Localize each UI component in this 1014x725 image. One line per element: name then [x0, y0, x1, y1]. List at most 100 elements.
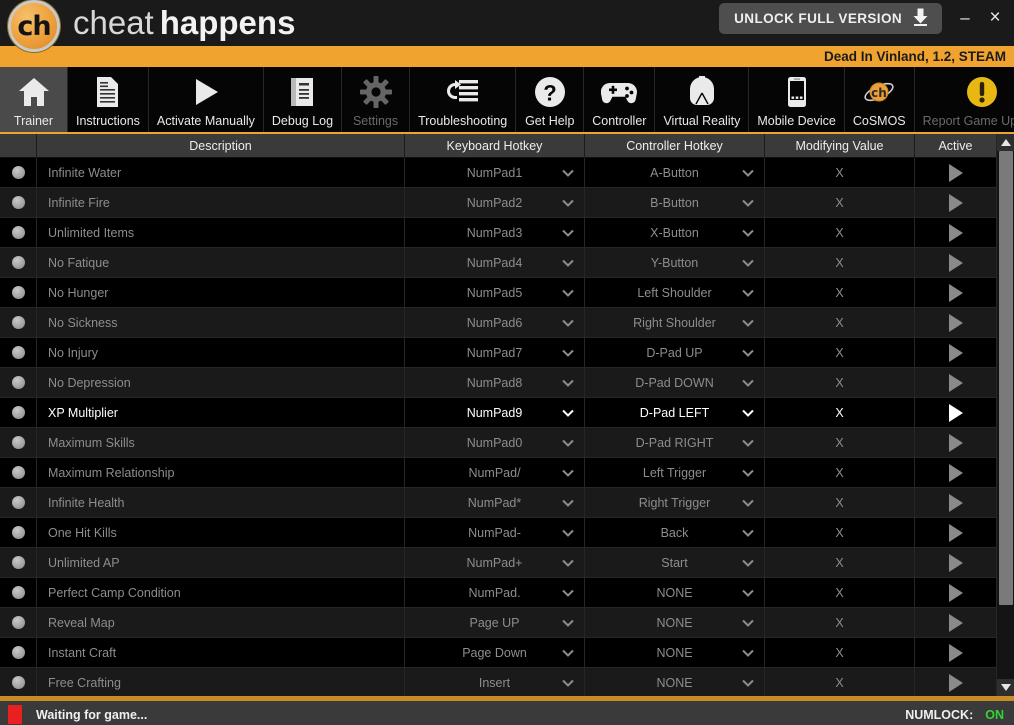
cheat-toggle-button[interactable]	[0, 218, 37, 247]
modifying-value[interactable]: X	[765, 188, 915, 217]
toolbar-item-controller[interactable]: Controller	[584, 67, 656, 132]
controller-hotkey-select[interactable]: A-Button	[585, 158, 765, 187]
modifying-value[interactable]: X	[765, 308, 915, 337]
keyboard-hotkey-select[interactable]: NumPad-	[405, 518, 585, 547]
minimize-button[interactable]: –	[952, 6, 978, 30]
cheat-toggle-button[interactable]	[0, 158, 37, 187]
scroll-down-button[interactable]	[996, 679, 1014, 696]
table-row[interactable]: Maximum Relationship NumPad/Left Trigger X	[0, 458, 1014, 488]
controller-hotkey-select[interactable]: NONE	[585, 578, 765, 607]
cheat-toggle-button[interactable]	[0, 638, 37, 667]
controller-hotkey-select[interactable]: Left Shoulder	[585, 278, 765, 307]
controller-hotkey-select[interactable]: D-Pad LEFT	[585, 398, 765, 427]
scrollbar-track[interactable]	[996, 151, 1014, 679]
modifying-value[interactable]: X	[765, 578, 915, 607]
modifying-value[interactable]: X	[765, 548, 915, 577]
modifying-value[interactable]: X	[765, 218, 915, 247]
table-row[interactable]: No Injury NumPad7 D-Pad UP X	[0, 338, 1014, 368]
activate-button[interactable]	[915, 338, 997, 367]
table-row[interactable]: Unlimited Items NumPad3 X-Button X	[0, 218, 1014, 248]
activate-button[interactable]	[915, 638, 997, 667]
cheat-toggle-button[interactable]	[0, 248, 37, 277]
toolbar-item-activate-manually[interactable]: Activate Manually	[149, 67, 264, 132]
controller-hotkey-select[interactable]: Right Trigger	[585, 488, 765, 517]
controller-hotkey-select[interactable]: D-Pad DOWN	[585, 368, 765, 397]
cheat-toggle-button[interactable]	[0, 278, 37, 307]
scroll-up-button[interactable]	[996, 134, 1014, 151]
keyboard-hotkey-select[interactable]: NumPad7	[405, 338, 585, 367]
table-row[interactable]: Infinite Fire NumPad2 B-Button X	[0, 188, 1014, 218]
keyboard-hotkey-select[interactable]: NumPad4	[405, 248, 585, 277]
modifying-value[interactable]: X	[765, 458, 915, 487]
modifying-value[interactable]: X	[765, 518, 915, 547]
keyboard-hotkey-select[interactable]: Page UP	[405, 608, 585, 637]
toolbar-item-debug-log[interactable]: Debug Log	[264, 67, 343, 132]
cheat-toggle-button[interactable]	[0, 518, 37, 547]
controller-hotkey-select[interactable]: X-Button	[585, 218, 765, 247]
activate-button[interactable]	[915, 188, 997, 217]
keyboard-hotkey-select[interactable]: NumPad.	[405, 578, 585, 607]
modifying-value[interactable]: X	[765, 398, 915, 427]
activate-button[interactable]	[915, 548, 997, 577]
controller-hotkey-select[interactable]: Left Trigger	[585, 458, 765, 487]
keyboard-hotkey-select[interactable]: NumPad6	[405, 308, 585, 337]
modifying-value[interactable]: X	[765, 368, 915, 397]
close-button[interactable]: ×	[982, 6, 1008, 30]
cheat-toggle-button[interactable]	[0, 188, 37, 217]
activate-button[interactable]	[915, 398, 997, 427]
vertical-scrollbar[interactable]	[996, 134, 1014, 696]
keyboard-hotkey-select[interactable]: NumPad/	[405, 458, 585, 487]
table-row[interactable]: XP Multiplier NumPad9 D-Pad LEFT X	[0, 398, 1014, 428]
modifying-value[interactable]: X	[765, 248, 915, 277]
unlock-full-version-button[interactable]: UNLOCK FULL VERSION	[719, 3, 942, 34]
keyboard-hotkey-select[interactable]: NumPad5	[405, 278, 585, 307]
cheat-toggle-button[interactable]	[0, 458, 37, 487]
activate-button[interactable]	[915, 428, 997, 457]
cheat-toggle-button[interactable]	[0, 338, 37, 367]
table-row[interactable]: Perfect Camp Condition NumPad. NONE X	[0, 578, 1014, 608]
controller-hotkey-select[interactable]: D-Pad UP	[585, 338, 765, 367]
activate-button[interactable]	[915, 368, 997, 397]
table-row[interactable]: Reveal Map Page UP NONE X	[0, 608, 1014, 638]
toolbar-item-instructions[interactable]: Instructions	[68, 67, 149, 132]
table-row[interactable]: Unlimited AP NumPad+ Start X	[0, 548, 1014, 578]
activate-button[interactable]	[915, 278, 997, 307]
modifying-value[interactable]: X	[765, 638, 915, 667]
activate-button[interactable]	[915, 488, 997, 517]
cheat-toggle-button[interactable]	[0, 308, 37, 337]
table-row[interactable]: Free Crafting Insert NONE X	[0, 668, 1014, 696]
activate-button[interactable]	[915, 158, 997, 187]
toolbar-item-virtual-reality[interactable]: Virtual Reality	[655, 67, 750, 132]
activate-button[interactable]	[915, 578, 997, 607]
keyboard-hotkey-select[interactable]: Insert	[405, 668, 585, 696]
controller-hotkey-select[interactable]: Right Shoulder	[585, 308, 765, 337]
table-row[interactable]: Maximum Skills NumPad0 D-Pad RIGHT X	[0, 428, 1014, 458]
table-row[interactable]: One Hit Kills NumPad- Back X	[0, 518, 1014, 548]
controller-hotkey-select[interactable]: NONE	[585, 638, 765, 667]
activate-button[interactable]	[915, 668, 997, 696]
modifying-value[interactable]: X	[765, 158, 915, 187]
cheat-toggle-button[interactable]	[0, 428, 37, 457]
controller-hotkey-select[interactable]: Back	[585, 518, 765, 547]
modifying-value[interactable]: X	[765, 668, 915, 696]
keyboard-hotkey-select[interactable]: NumPad0	[405, 428, 585, 457]
cheat-toggle-button[interactable]	[0, 668, 37, 696]
activate-button[interactable]	[915, 518, 997, 547]
toolbar-item-get-help[interactable]: ? Get Help	[516, 67, 585, 132]
keyboard-hotkey-select[interactable]: Page Down	[405, 638, 585, 667]
cheat-toggle-button[interactable]	[0, 608, 37, 637]
scrollbar-thumb[interactable]	[998, 151, 1013, 606]
cheat-toggle-button[interactable]	[0, 578, 37, 607]
keyboard-hotkey-select[interactable]: NumPad9	[405, 398, 585, 427]
activate-button[interactable]	[915, 308, 997, 337]
keyboard-hotkey-select[interactable]: NumPad2	[405, 188, 585, 217]
table-row[interactable]: Instant Craft Page Down NONE X	[0, 638, 1014, 668]
keyboard-hotkey-select[interactable]: NumPad+	[405, 548, 585, 577]
toolbar-item-mobile-device[interactable]: Mobile Device	[749, 67, 845, 132]
activate-button[interactable]	[915, 608, 997, 637]
keyboard-hotkey-select[interactable]: NumPad*	[405, 488, 585, 517]
keyboard-hotkey-select[interactable]: NumPad8	[405, 368, 585, 397]
modifying-value[interactable]: X	[765, 608, 915, 637]
modifying-value[interactable]: X	[765, 338, 915, 367]
table-row[interactable]: Infinite Health NumPad* Right Trigger X	[0, 488, 1014, 518]
